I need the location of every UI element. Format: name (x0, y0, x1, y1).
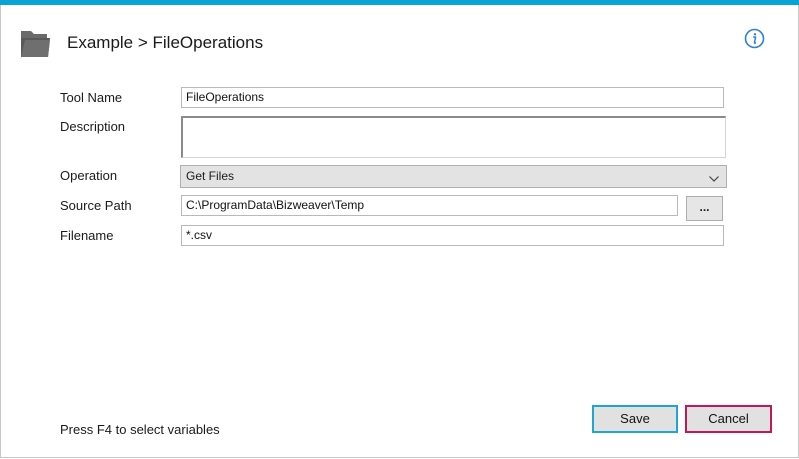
filename-input[interactable]: *.csv (181, 225, 724, 246)
browse-button[interactable]: ... (686, 196, 723, 221)
folder-icon (19, 27, 52, 59)
operation-label: Operation (60, 168, 118, 183)
filename-label: Filename (60, 228, 114, 243)
chevron-down-icon (708, 171, 720, 183)
f4-hint-text: Press F4 to select variables (60, 422, 220, 437)
operation-select[interactable]: Get Files (180, 165, 727, 188)
operation-selected-value: Get Files (186, 169, 235, 183)
cancel-button[interactable]: Cancel (685, 405, 772, 433)
description-label: Description (60, 119, 126, 134)
tool-name-label: Tool Name (60, 90, 123, 105)
save-button[interactable]: Save (592, 405, 678, 433)
info-icon[interactable] (744, 28, 765, 49)
page-title: Example > FileOperations (67, 33, 264, 52)
tool-name-input[interactable]: FileOperations (181, 87, 724, 108)
description-textarea[interactable] (181, 116, 726, 158)
accent-bar (0, 0, 799, 5)
source-path-label: Source Path (60, 198, 132, 213)
source-path-input[interactable]: C:\ProgramData\Bizweaver\Temp (181, 195, 678, 216)
